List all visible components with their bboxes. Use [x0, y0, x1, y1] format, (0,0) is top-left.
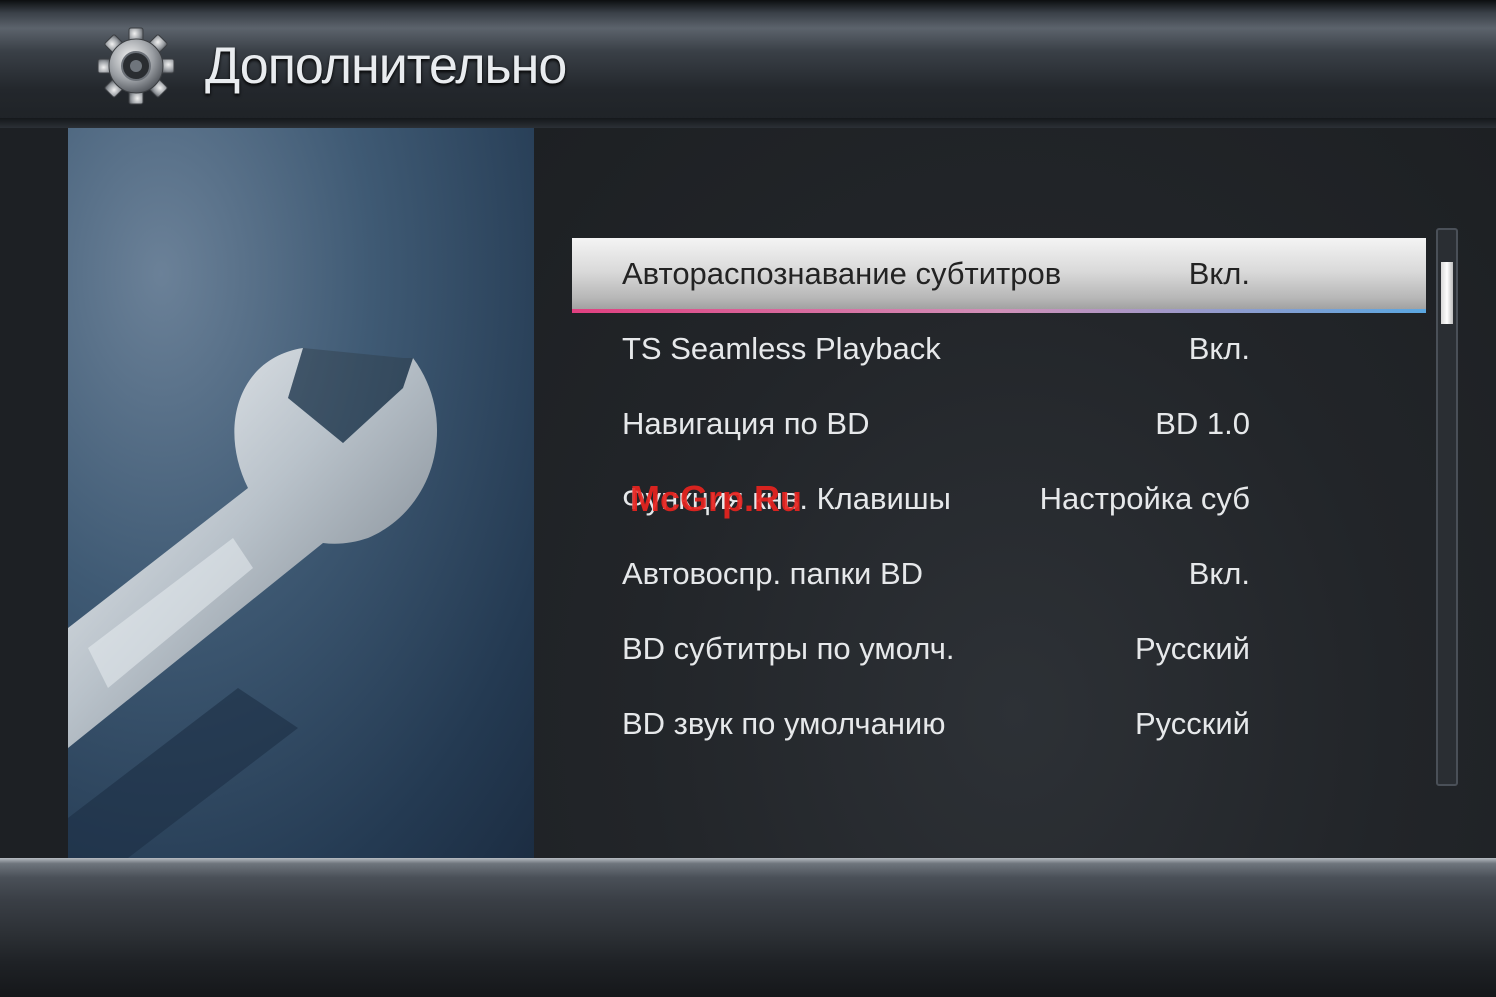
gear-icon	[97, 27, 175, 105]
footer-bar	[0, 858, 1496, 997]
menu-item-label: BD субтитры по умолч.	[622, 631, 955, 666]
menu-item-subtitle-autodetect[interactable]: Автораспознавание субтитров Вкл.	[572, 238, 1426, 313]
menu-item-label: Автораспознавание субтитров	[622, 256, 1062, 291]
menu-item-label: BD звук по умолчанию	[622, 706, 946, 741]
wrench-icon	[68, 348, 438, 858]
decorative-art-panel	[68, 128, 534, 858]
menu-item-value: Вкл.	[1188, 331, 1250, 366]
menu-item-value: Вкл.	[1188, 256, 1250, 291]
menu-item-value: Русский	[1134, 631, 1250, 666]
menu-item-label: Автовоспр. папки BD	[622, 556, 924, 591]
menu-item-ts-seamless-playback[interactable]: TS Seamless Playback Вкл.	[572, 313, 1426, 388]
menu-item-bd-default-subtitles[interactable]: BD субтитры по умолч. Русский	[572, 613, 1426, 688]
watermark: McGrp.Ru	[630, 478, 803, 519]
menu-item-value: BD 1.0	[1155, 406, 1250, 441]
menu-item-label: Навигация по BD	[622, 406, 870, 441]
header-bar: Дополнительно	[0, 0, 1496, 128]
menu-scrollbar[interactable]	[1436, 228, 1458, 786]
menu-item-label: TS Seamless Playback	[622, 331, 941, 366]
menu-item-value: Вкл.	[1188, 556, 1250, 591]
menu-item-bd-navigation[interactable]: Навигация по BD BD 1.0	[572, 388, 1426, 463]
menu-item-value: Настройка суб	[1039, 481, 1250, 516]
scrollbar-thumb[interactable]	[1441, 262, 1453, 324]
menu-item-bd-default-audio[interactable]: BD звук по умолчанию Русский	[572, 688, 1426, 763]
page-title: Дополнительно	[205, 37, 567, 95]
menu-item-bd-folder-autoplay[interactable]: Автовоспр. папки BD Вкл.	[572, 538, 1426, 613]
menu-item-value: Русский	[1134, 706, 1250, 741]
